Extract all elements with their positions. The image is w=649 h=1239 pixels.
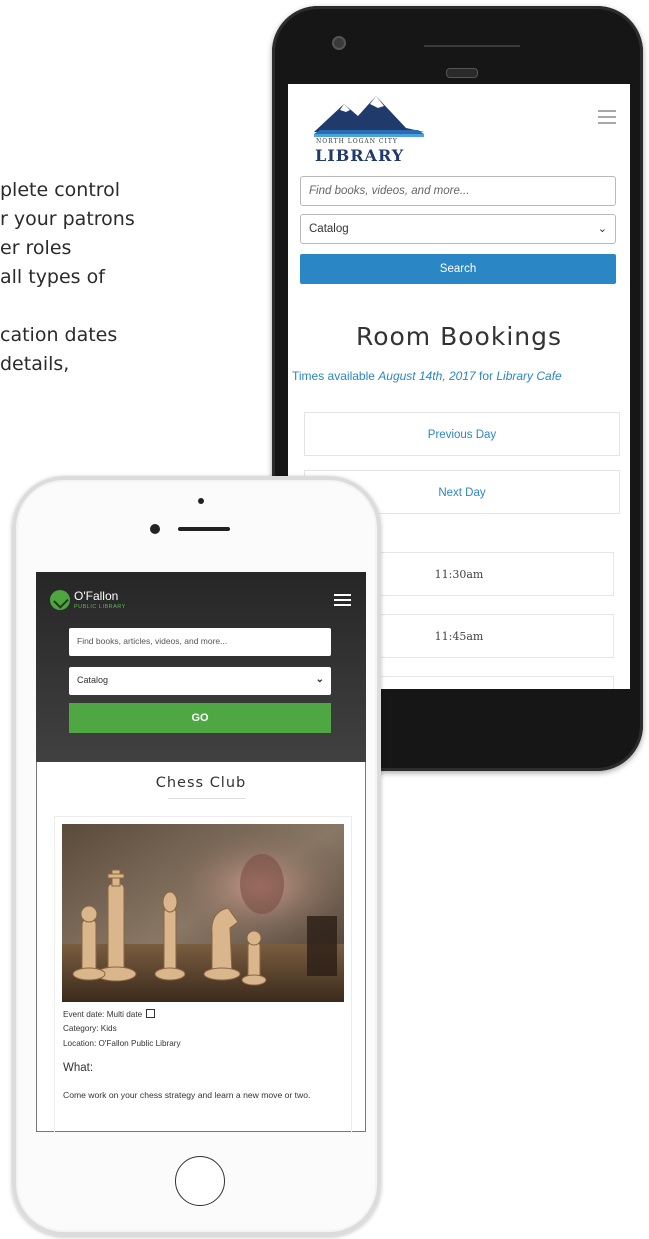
event-description: Come work on your chess strategy and lea… <box>63 1090 311 1100</box>
chevron-down-icon: ⌄ <box>597 223 607 235</box>
hamburger-icon[interactable] <box>334 594 351 609</box>
home-button[interactable] <box>175 1156 225 1206</box>
event-title: Chess Club <box>155 775 247 791</box>
background-line: all types of <box>0 266 105 288</box>
subtitle-prefix: Times available <box>292 369 379 383</box>
event-date: Event date: Multi date <box>63 1009 156 1019</box>
phone-speaker <box>424 45 520 47</box>
subtitle-place: Library Cafe <box>496 369 562 383</box>
what-heading: What: <box>63 1062 94 1074</box>
camera-icon <box>150 524 160 534</box>
title-divider <box>168 798 246 799</box>
background-line: cation dates <box>0 324 118 346</box>
catalog-select-value: Catalog <box>309 223 349 235</box>
logo-subtitle: PUBLIC LIBRARY <box>74 604 126 610</box>
search-input[interactable]: Find books, videos, and more... <box>300 176 616 206</box>
background-line: r your patrons <box>0 208 135 230</box>
availability-subtitle: Times available August 14th, 2017 for Li… <box>292 369 630 383</box>
iphone: O'Fallon PUBLIC LIBRARY Find books, arti… <box>12 476 381 1236</box>
catalog-select-value: Catalog <box>77 675 109 685</box>
leaf-logo-icon[interactable] <box>50 590 70 610</box>
background-line <box>0 292 135 321</box>
search-button[interactable]: Search <box>300 254 616 284</box>
logo-subtitle: NORTH LOGAN CITY <box>316 138 398 145</box>
site-header: O'Fallon PUBLIC LIBRARY Find books, arti… <box>36 572 366 762</box>
background-copy: plete control r your patrons er roles al… <box>0 176 135 379</box>
logo-title: LIBRARY <box>315 146 405 165</box>
chess-photo <box>62 824 344 1002</box>
logo-name[interactable]: O'Fallon <box>74 589 118 603</box>
phone-speaker <box>178 527 230 531</box>
background-line: er roles <box>0 237 72 259</box>
search-input[interactable]: Find books, articles, videos, and more..… <box>69 628 331 656</box>
catalog-select[interactable]: Catalog ⌄ <box>69 667 331 695</box>
background-line: plete control <box>0 179 121 201</box>
chevron-down-icon: ⌄ <box>315 674 324 685</box>
background-line: details, <box>0 353 70 375</box>
page-title: Room Bookings <box>355 322 563 351</box>
subtitle-date: August 14th, 2017 <box>378 369 476 383</box>
previous-day-button[interactable]: Previous Day <box>304 412 620 456</box>
event-date-text: Event date: Multi date <box>63 1010 143 1019</box>
event-category: Category: Kids <box>63 1024 117 1033</box>
mountain-icon <box>314 96 424 137</box>
phone-sensor <box>198 498 204 504</box>
calendar-icon[interactable] <box>146 1009 156 1018</box>
camera-icon <box>332 36 346 50</box>
ofallon-screen: O'Fallon PUBLIC LIBRARY Find books, arti… <box>36 572 366 1132</box>
hamburger-icon[interactable] <box>598 110 616 128</box>
catalog-select[interactable]: Catalog ⌄ <box>300 214 616 244</box>
go-button[interactable]: GO <box>69 703 331 733</box>
event-location: Location: O'Fallon Public Library <box>63 1039 181 1048</box>
subtitle-middle: for <box>475 369 497 383</box>
phone-earpiece <box>446 68 478 78</box>
